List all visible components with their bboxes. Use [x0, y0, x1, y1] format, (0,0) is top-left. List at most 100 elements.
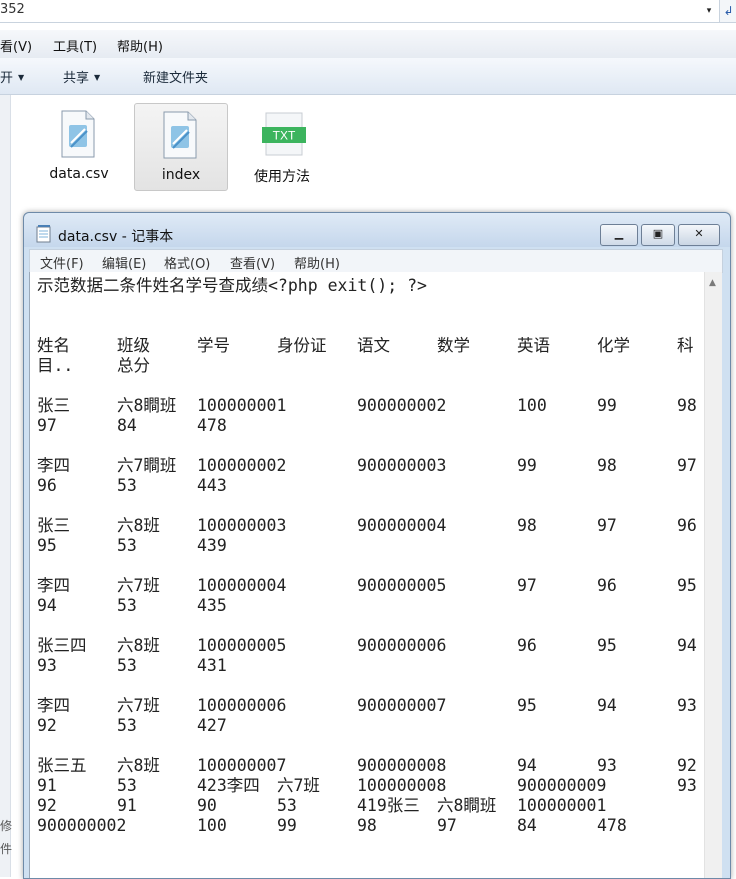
text-line: 张三 六8瞷班 100000001 900000002 100 99 98	[37, 396, 697, 416]
text-line: 900000002 100 99 98 97 84 478	[37, 816, 627, 836]
notepad-app-icon	[36, 225, 51, 243]
text-cell: 语文	[357, 336, 390, 355]
text-line: 96 53 443	[37, 476, 427, 496]
navigation-pane-edge[interactable]	[0, 95, 11, 877]
address-bar[interactable]: 352 ▾ ↲	[0, 0, 736, 23]
text-cell: 435	[197, 596, 227, 615]
text-cell: 张三五	[37, 756, 87, 775]
text-line: 目.. 总分	[37, 356, 427, 376]
menu-file[interactable]: 文件(F)	[40, 253, 84, 272]
notepad-doc-icon	[163, 111, 197, 159]
text-line: 张三 六8班 100000003 900000004 98 97 96	[37, 516, 697, 536]
file-usage-txt[interactable]: TXT 使用方法	[236, 103, 328, 189]
text-cell: 100000001	[517, 796, 607, 815]
share-button[interactable]: 共享 ▼	[63, 67, 100, 86]
vertical-scrollbar[interactable]: ▲	[704, 272, 722, 878]
text-cell: 900000003	[357, 456, 447, 475]
text-cell: 900000006	[357, 636, 447, 655]
menu-edit[interactable]: 编辑(E)	[102, 253, 146, 272]
text-cell: 92	[677, 756, 697, 775]
txt-file-icon: TXT	[262, 112, 306, 156]
menu-tools[interactable]: 工具(T)	[53, 36, 97, 55]
notepad-doc-icon	[61, 110, 95, 158]
text-line: 95 53 439	[37, 536, 427, 556]
text-cell: 100000001	[197, 396, 287, 415]
text-cell: 93	[677, 696, 697, 715]
text-cell: 95	[677, 576, 697, 595]
text-cell: 学号	[197, 336, 230, 355]
text-cell: 李四	[37, 696, 70, 715]
text-cell: 91	[117, 796, 137, 815]
file-name: 使用方法	[254, 169, 310, 185]
text-cell: 100000006	[197, 696, 287, 715]
text-cell: 53	[277, 796, 297, 815]
maximize-icon: ▣	[652, 227, 664, 240]
text-cell: 96	[597, 576, 617, 595]
text-line: 97 84 478	[37, 416, 427, 436]
text-cell: 六8班	[117, 756, 160, 775]
text-line: 李四 六7瞷班 100000002 900000003 99 98 97	[37, 456, 697, 476]
text-cell: 96	[517, 636, 537, 655]
text-line: 张三五 六8班 100000007 900000008 94 93 92	[37, 756, 697, 776]
text-cell: 六8瞷班	[117, 396, 177, 415]
text-cell: 97	[37, 416, 57, 435]
text-cell: 100	[197, 816, 227, 835]
text-cell: 97	[677, 456, 697, 475]
open-label: 开	[0, 71, 14, 86]
menu-view[interactable]: 查看(V)	[230, 253, 275, 272]
menu-help[interactable]: 帮助(H)	[294, 253, 340, 272]
text-cell: 93	[677, 776, 697, 795]
maximize-button[interactable]: ▣	[641, 224, 675, 246]
open-button[interactable]: 开 ▼	[0, 67, 24, 86]
nav-fragment: 修	[0, 819, 13, 833]
file-name: data.csv	[49, 166, 109, 182]
scroll-up-icon[interactable]: ▲	[709, 278, 716, 288]
text-cell: 96	[677, 516, 697, 535]
address-text: 352	[0, 2, 25, 17]
text-cell: 六7班	[117, 696, 160, 715]
text-cell: 张三	[37, 396, 70, 415]
text-cell: 94	[677, 636, 697, 655]
text-cell: 84	[517, 816, 537, 835]
text-cell: 431	[197, 656, 227, 675]
address-dropdown-icon[interactable]: ▾	[700, 0, 718, 22]
text-cell: 84	[117, 416, 137, 435]
text-cell: 419张三	[357, 796, 420, 815]
new-folder-button[interactable]: 新建文件夹	[143, 67, 208, 86]
text-line: 92 91 90 53 419张三 六8瞷班 100000001	[37, 796, 606, 816]
nav-fragment: 件	[0, 842, 13, 856]
text-cell: 900000008	[357, 756, 447, 775]
text-cell: 99	[597, 396, 617, 415]
text-cell: 100	[517, 396, 547, 415]
file-data-csv[interactable]: data.csv	[33, 103, 125, 189]
share-label: 共享	[63, 71, 90, 86]
text-line: 91 53 423李四 六7班 100000008 900000009 93	[37, 776, 697, 796]
menu-help[interactable]: 帮助(H)	[117, 36, 163, 55]
text-cell: 姓名	[37, 336, 70, 355]
minimize-button[interactable]: ▁	[600, 224, 638, 246]
text-cell: 92	[37, 716, 57, 735]
refresh-icon[interactable]: ↲	[719, 0, 736, 22]
minimize-icon: ▁	[614, 227, 624, 240]
file-index[interactable]: index	[134, 103, 228, 191]
text-cell: 93	[37, 656, 57, 675]
close-button[interactable]: ✕	[678, 224, 720, 246]
text-cell: 95	[37, 536, 57, 555]
text-cell: 478	[597, 816, 627, 835]
text-cell: 六8班	[117, 636, 160, 655]
text-cell: 97	[597, 516, 617, 535]
text-cell: 六8班	[117, 516, 160, 535]
notepad-text-area[interactable]: 示范数据二条件姓名学号查成绩<?php exit(); ?> 姓名 班级 学号 身份证 语…	[29, 272, 722, 878]
menu-view[interactable]: 看(V)	[0, 36, 32, 55]
text-cell: 97	[517, 576, 537, 595]
text-cell: 六8瞷班	[437, 796, 497, 815]
text-cell: 53	[117, 656, 137, 675]
notepad-title-bar[interactable]: data.csv - 记事本 ▁ ▣ ✕	[24, 213, 730, 247]
text-line: 姓名 班级 学号 身份证 语文 数学 英语 化学 科	[37, 336, 694, 356]
text-cell: 427	[197, 716, 227, 735]
text-cell: 53	[117, 716, 137, 735]
menu-format[interactable]: 格式(O)	[164, 253, 210, 272]
text-cell: 张三四	[37, 636, 87, 655]
